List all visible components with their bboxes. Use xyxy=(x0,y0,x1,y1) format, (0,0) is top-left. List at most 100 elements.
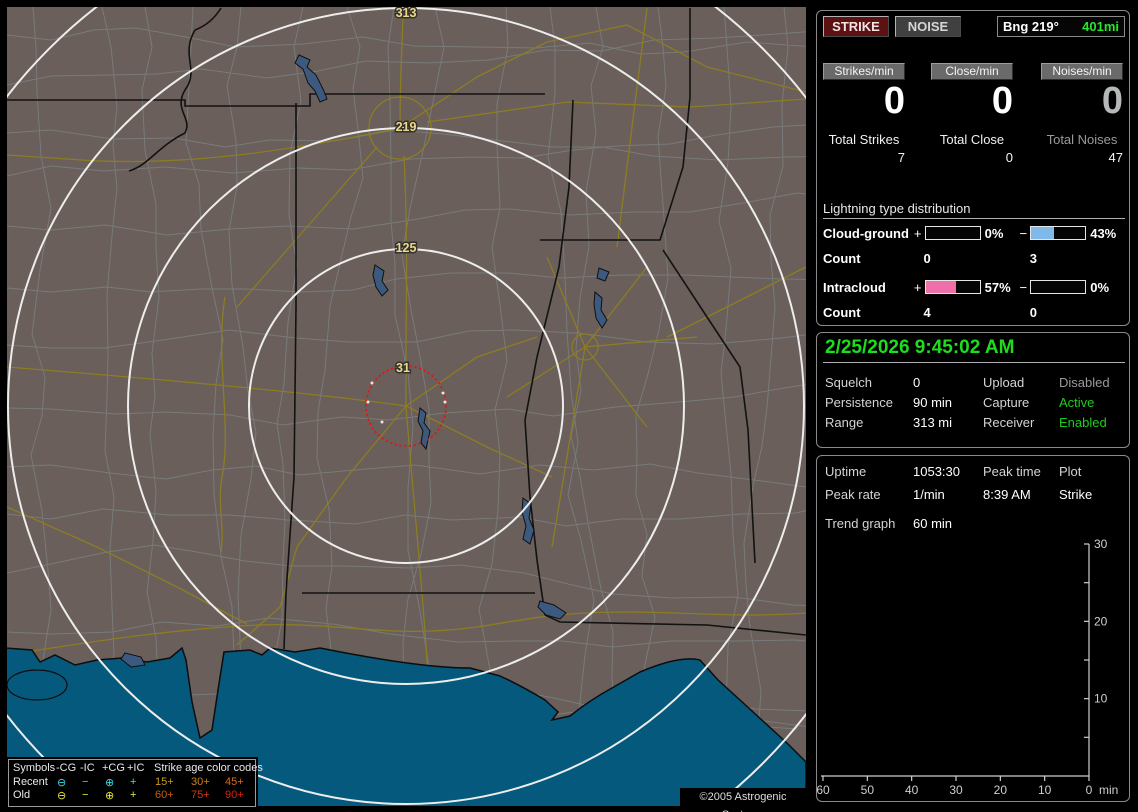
trend-graph-label: Trend graph xyxy=(825,516,896,531)
minus-sign: − xyxy=(1019,225,1028,241)
svg-text:20: 20 xyxy=(1094,614,1108,628)
uptime-value: 1053:30 xyxy=(913,464,960,479)
datetime-display: 2/25/2026 9:45:02 AM xyxy=(825,337,1015,358)
ic-positive-bar xyxy=(924,280,981,294)
total-close-label: Total Close xyxy=(939,132,1005,147)
svg-text:40: 40 xyxy=(905,783,919,797)
age-15: 15+ xyxy=(155,776,174,788)
squelch-label: Squelch xyxy=(825,375,872,390)
svg-text:0: 0 xyxy=(1086,783,1093,797)
total-noises-value: 47 xyxy=(1108,150,1123,165)
svg-text:min: min xyxy=(1099,783,1118,797)
strike-counters-panel: STRIKE NOISE Bng 219° 401mi Strikes/min … xyxy=(816,10,1130,326)
persistence-label: Persistence xyxy=(825,395,893,410)
peak-rate-label: Peak rate xyxy=(825,487,881,502)
svg-text:20: 20 xyxy=(994,783,1008,797)
cloud-ground-count-row: Count 0 3 xyxy=(823,251,1125,267)
svg-text:30: 30 xyxy=(1094,537,1108,551)
intracloud-row: Intracloud + 57% − 0% xyxy=(823,279,1125,295)
noise-mode-button[interactable]: NOISE xyxy=(895,16,961,37)
svg-text:10: 10 xyxy=(1038,783,1052,797)
plus-sign: + xyxy=(913,225,922,241)
cg-positive-pct: 0% xyxy=(984,225,1004,241)
strike-mode-button[interactable]: STRIKE xyxy=(823,16,889,37)
minus-sign: − xyxy=(1019,279,1028,295)
cg-negative-pct: 43% xyxy=(1090,225,1117,241)
lake-pontchartrain xyxy=(7,669,68,701)
age-90: 90+ xyxy=(225,789,244,801)
recent-pos-cg-icon: ⊕ xyxy=(105,777,115,789)
legend-age-header: Strike age color codes xyxy=(154,762,263,774)
ic-negative-bar xyxy=(1030,280,1087,294)
stats-panel: Uptime 1053:30 Peak time Plot Peak rate … xyxy=(816,455,1130,802)
strike-legend: Symbols -CG -IC +CG +IC Strike age color… xyxy=(8,759,263,807)
legend-col-pos-ic: +IC xyxy=(127,762,145,774)
bearing-value: Bng 219° xyxy=(1003,19,1059,34)
recent-neg-cg-icon: ⊖ xyxy=(57,777,67,789)
lightning-map[interactable]: 313 219 125 31 Symbols -CG -IC +CG +IC S… xyxy=(7,7,806,812)
squelch-value: 0 xyxy=(913,375,921,390)
svg-text:30: 30 xyxy=(949,783,963,797)
age-30: 30+ xyxy=(191,776,210,788)
cloud-ground-row: Cloud-ground + 0% − 43% xyxy=(823,225,1125,241)
distribution-title: Lightning type distribution xyxy=(823,201,971,216)
ic-positive-count: 4 xyxy=(923,305,931,320)
legend-col-neg-ic: -IC xyxy=(80,762,95,774)
capture-status: Active xyxy=(1059,395,1095,410)
strikes-per-min-value: 0 xyxy=(883,80,905,122)
peak-time-label: Peak time xyxy=(983,464,1041,479)
trend-graph: 60 50 40 30 20 10 0 min 10 20 30 xyxy=(817,537,1118,797)
trend-axes: 60 50 40 30 20 10 0 min 10 20 30 xyxy=(817,537,1118,797)
recent-pos-ic-icon: + xyxy=(130,776,137,788)
svg-text:10: 10 xyxy=(1094,692,1108,706)
legend-row-old: Old xyxy=(13,789,31,801)
range-label: Range xyxy=(825,415,864,430)
nexstorm-window: 313 219 125 31 Symbols -CG -IC +CG +IC S… xyxy=(0,0,1138,812)
cloud-ground-label: Cloud-ground xyxy=(823,225,909,241)
age-45: 45+ xyxy=(225,776,244,788)
ring-label-219: 219 xyxy=(396,120,417,134)
age-75: 75+ xyxy=(191,789,210,801)
bearing-distance: 401mi xyxy=(1082,19,1119,34)
peak-time-value: 8:39 AM xyxy=(983,487,1031,502)
svg-text:60: 60 xyxy=(817,783,830,797)
intracloud-label: Intracloud xyxy=(823,279,886,295)
bearing-display: Bng 219° 401mi xyxy=(997,16,1125,37)
cg-positive-bar xyxy=(924,226,981,240)
old-neg-ic-icon: − xyxy=(82,789,89,801)
cg-positive-count: 0 xyxy=(923,251,931,266)
ring-label-31: 31 xyxy=(396,361,410,375)
datetime-rule xyxy=(823,362,1125,363)
persistence-value: 90 min xyxy=(913,395,953,410)
capture-label: Capture xyxy=(983,395,1030,410)
cg-negative-bar xyxy=(1030,226,1087,240)
receiver-status: Enabled xyxy=(1059,415,1107,430)
ic-negative-pct: 0% xyxy=(1090,279,1110,295)
total-strikes-value: 7 xyxy=(897,150,905,165)
status-panel: 2/25/2026 9:45:02 AM Squelch 0 Upload Di… xyxy=(816,332,1130,448)
distribution-title-rule xyxy=(823,218,1125,219)
close-per-min-value: 0 xyxy=(991,80,1013,122)
uptime-label: Uptime xyxy=(825,464,867,479)
plus-sign: + xyxy=(913,279,922,295)
total-noises-label: Total Noises xyxy=(1046,132,1118,147)
upload-label: Upload xyxy=(983,375,1025,390)
receiver-label: Receiver xyxy=(983,415,1035,430)
old-pos-ic-icon: + xyxy=(130,789,137,801)
peak-rate-value: 1/min xyxy=(913,487,945,502)
copyright-notice: ©2005 Astrogenic Systems xyxy=(680,788,806,812)
legend-symbols-header: Symbols xyxy=(13,762,56,774)
legend-col-neg-cg: -CG xyxy=(56,762,77,774)
legend-col-pos-cg: +CG xyxy=(102,762,125,774)
upload-status: Disabled xyxy=(1059,375,1110,390)
cg-negative-count: 3 xyxy=(1029,251,1037,266)
trend-graph-value: 60 min xyxy=(913,516,953,531)
ic-negative-count: 0 xyxy=(1029,305,1037,320)
noises-per-min-value: 0 xyxy=(1101,80,1123,122)
intracloud-count-row: Count 4 0 xyxy=(823,305,1125,321)
plot-value: Strike xyxy=(1059,487,1093,502)
old-pos-cg-icon: ⊕ xyxy=(105,790,115,802)
total-close-value: 0 xyxy=(1005,150,1013,165)
map-canvas: 313 219 125 31 xyxy=(7,7,806,806)
age-60: 60+ xyxy=(155,789,174,801)
